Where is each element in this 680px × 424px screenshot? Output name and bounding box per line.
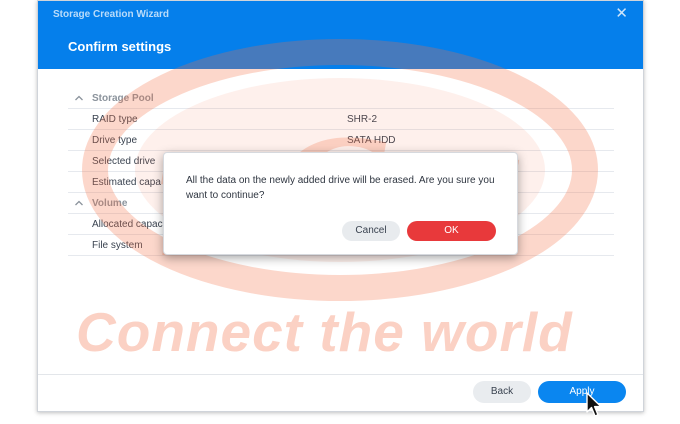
apply-button[interactable]: Apply xyxy=(538,381,626,403)
section-label: Volume xyxy=(92,198,128,209)
row-label: RAID type xyxy=(92,114,138,125)
confirm-dialog: All the data on the newly added drive wi… xyxy=(163,152,518,255)
list-item: Drive type SATA HDD xyxy=(68,130,614,151)
back-button[interactable]: Back xyxy=(473,381,531,403)
dialog-message: All the data on the newly added drive wi… xyxy=(186,175,495,201)
section-storage-pool[interactable]: Storage Pool xyxy=(68,88,614,109)
row-label: Allocated capac xyxy=(92,219,163,230)
page-title: Confirm settings xyxy=(68,39,172,54)
list-item: RAID type SHR-2 xyxy=(68,109,614,130)
screen: Storage Creation Wizard ✕ Confirm settin… xyxy=(0,0,680,424)
wizard-footer: Back Apply xyxy=(38,374,643,411)
row-label: Selected drive xyxy=(92,156,156,167)
close-icon[interactable]: ✕ xyxy=(615,6,628,21)
ok-button[interactable]: OK xyxy=(407,221,496,241)
row-value: SHR-2 xyxy=(347,114,378,125)
section-label: Storage Pool xyxy=(92,93,154,104)
row-value: SATA HDD xyxy=(347,135,396,146)
mouse-pointer-icon xyxy=(586,392,602,417)
row-label: File system xyxy=(92,240,143,251)
window-title: Storage Creation Wizard xyxy=(53,9,170,20)
row-label: Drive type xyxy=(92,135,138,146)
cancel-button[interactable]: Cancel xyxy=(342,221,400,241)
wizard-header: Storage Creation Wizard ✕ Confirm settin… xyxy=(38,1,643,69)
row-label: Estimated capa xyxy=(92,177,161,188)
chevron-up-icon xyxy=(75,95,83,101)
chevron-up-icon xyxy=(75,200,83,206)
